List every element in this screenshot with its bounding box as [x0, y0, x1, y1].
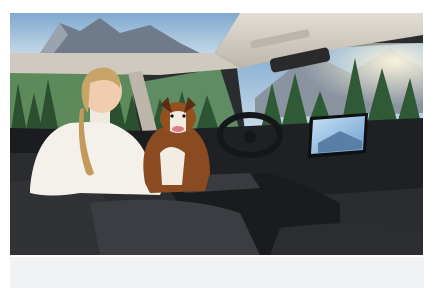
content-card [0, 0, 424, 293]
card-footer [10, 257, 424, 288]
car-interior-photo [10, 13, 423, 255]
driver-seat [270, 223, 423, 255]
car-interior-illustration [10, 13, 423, 255]
